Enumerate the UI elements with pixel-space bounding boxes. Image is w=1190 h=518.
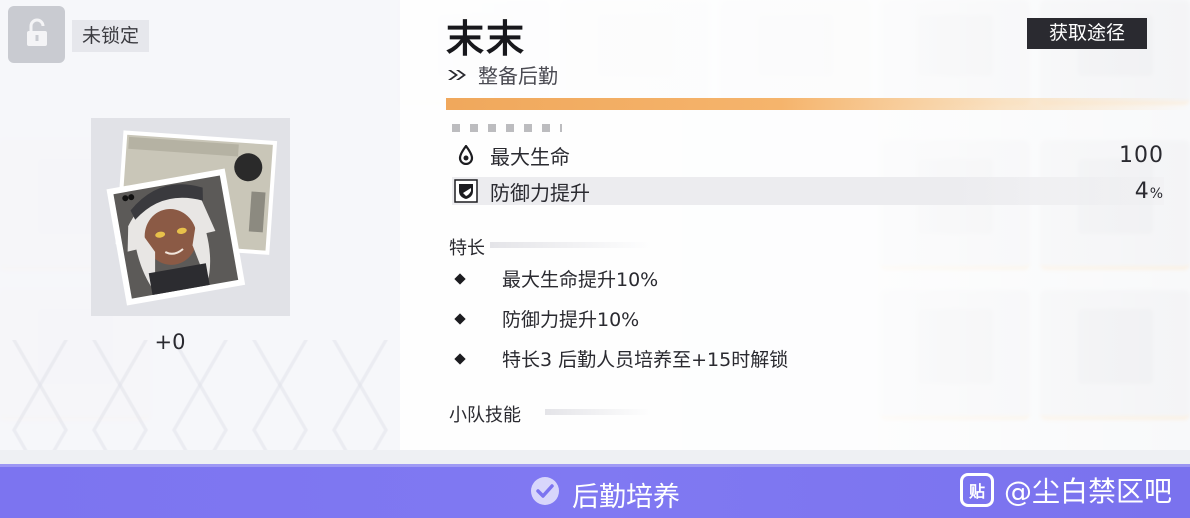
diamond-bullet-icon	[454, 312, 466, 325]
stat-row-max-hp: 最大生命 100	[452, 141, 1164, 169]
stat-row-defense: 防御力提升 4%	[452, 177, 1164, 205]
lock-status-label: 未锁定	[72, 20, 150, 52]
logistics-training-button[interactable]: 后勤培养	[530, 475, 680, 514]
trait-item: 防御力提升10%	[454, 305, 640, 332]
traits-title: 特长	[449, 238, 485, 259]
water-drop-icon	[452, 141, 480, 169]
portrait-frame	[91, 118, 290, 316]
tieba-logo-icon: 贴	[959, 473, 994, 507]
stat-value: 100	[1119, 142, 1164, 168]
bottom-action-bar: 后勤培养 贴 @尘白禁区吧	[0, 464, 1190, 518]
acquisition-source-button[interactable]: 获取途径	[1027, 18, 1147, 49]
lock-button[interactable]	[8, 6, 65, 63]
category-label: 整备后勤	[478, 64, 558, 88]
stat-label: 防御力提升	[490, 180, 590, 205]
lock-icon	[24, 18, 50, 52]
trait-text: 最大生命提升10%	[502, 269, 659, 291]
item-name: 末末	[446, 17, 527, 61]
trait-item: 特长3 后勤人员培养至+15时解锁	[454, 345, 789, 372]
stat-label: 最大生命	[490, 144, 570, 169]
diamond-bullet-icon	[454, 352, 466, 365]
shield-icon	[452, 177, 480, 205]
section-divider	[545, 409, 650, 415]
watermark-text: @尘白禁区吧	[1003, 475, 1172, 508]
rarity-bar	[446, 98, 1190, 110]
trait-item: 最大生命提升10%	[454, 265, 659, 292]
section-divider	[490, 242, 650, 248]
watermark: 贴 @尘白禁区吧	[959, 470, 1172, 510]
trait-text: 防御力提升10%	[502, 309, 640, 331]
character-portrait	[106, 130, 278, 306]
check-circle-icon	[530, 476, 560, 513]
trait-text: 特长3 后勤人员培养至+15时解锁	[502, 349, 789, 371]
double-chevron-icon	[446, 63, 470, 87]
clipped-text-fragment	[452, 124, 562, 132]
pattern-background	[0, 340, 400, 450]
squad-skill-title: 小队技能	[449, 405, 521, 426]
diamond-bullet-icon	[454, 272, 466, 285]
item-category: 整备后勤	[446, 60, 558, 89]
train-button-label: 后勤培养	[572, 482, 680, 513]
enhance-level: +0	[154, 330, 186, 354]
stat-value: 4%	[1134, 178, 1164, 204]
